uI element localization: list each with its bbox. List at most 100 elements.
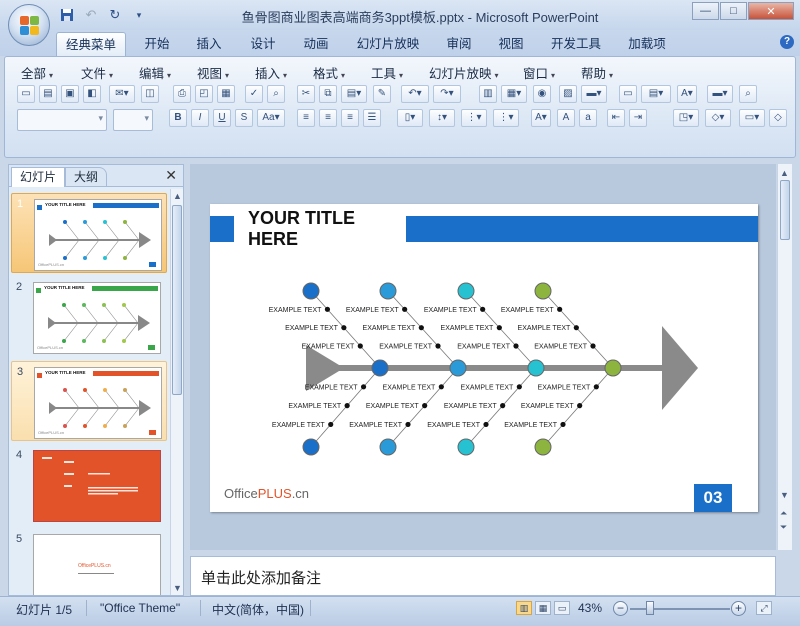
table-icon[interactable]: ▦▾ — [501, 85, 527, 103]
zoom-slider-track[interactable] — [630, 608, 730, 610]
cut-icon[interactable]: ✂ — [297, 85, 315, 103]
thumbnail-slide-4[interactable]: 4 — [11, 445, 167, 525]
zoom-page-icon[interactable]: ▦ — [217, 85, 235, 103]
bullets-icon[interactable]: ⋮▾ — [461, 109, 487, 127]
change-case-icon[interactable]: Aa▾ — [257, 109, 285, 127]
print-preview-icon[interactable]: ◰ — [195, 85, 213, 103]
format-painter-icon[interactable]: ✎ — [373, 85, 391, 103]
more-icon[interactable]: ◇ — [769, 109, 787, 127]
menu-window[interactable]: 窗口 ▾ — [523, 63, 555, 82]
new-icon[interactable]: ▭ — [17, 85, 35, 103]
slide-sorter-view-button[interactable]: ▦ — [535, 601, 551, 615]
menu-all[interactable]: 全部 ▾ — [21, 63, 53, 82]
redo-icon[interactable]: ↷▾ — [433, 85, 461, 103]
slide-canvas[interactable]: YOUR TITLE HERE EXAMPLE TEXT EXAMPLE TEXT… — [210, 204, 758, 512]
layout-icon[interactable]: ▤▾ — [641, 85, 671, 103]
align-left-icon[interactable]: ≡ — [297, 109, 315, 127]
numbering-icon[interactable]: ⋮▾ — [493, 109, 519, 127]
tab-classic-menu[interactable]: 经典菜单 — [56, 32, 126, 56]
shapes-icon[interactable]: ◇▾ — [705, 109, 731, 127]
zoom-out-button[interactable]: − — [613, 601, 628, 616]
scrollbar-thumb[interactable] — [172, 205, 182, 395]
clipart-icon[interactable]: ◉ — [533, 85, 551, 103]
thumbnail-slide-2[interactable]: 2 YOUR TITLE HERE OfficePLUS.cn — [11, 277, 167, 357]
thumbnail-scrollbar[interactable]: ▲ ▼ — [170, 189, 183, 595]
spelling-icon[interactable]: ✓ — [245, 85, 263, 103]
office-button[interactable] — [8, 4, 50, 46]
research-icon[interactable]: ⌕ — [267, 85, 285, 103]
help-icon[interactable]: ? — [780, 35, 794, 49]
thumbnail-slide-3[interactable]: 3 YOUR TITLE HERE OfficePLUS.cn — [11, 361, 167, 441]
picture-icon[interactable]: ▨ — [559, 85, 577, 103]
thumbnail-slide-5[interactable]: 5 OfficePLUS.cn — [11, 529, 167, 595]
print-icon[interactable]: ⎙ — [173, 85, 191, 103]
publish-icon[interactable]: ◫ — [141, 85, 159, 103]
pane-close-icon[interactable]: ✕ — [165, 167, 177, 184]
line-spacing-icon[interactable]: ↕▾ — [429, 109, 455, 127]
underline-icon[interactable]: U — [213, 109, 231, 127]
tab-slides[interactable]: 幻灯片 — [11, 167, 66, 187]
font-name-combo[interactable] — [17, 109, 107, 131]
tab-home[interactable]: 开始 — [134, 32, 180, 56]
scroll-down-icon[interactable]: ▼ — [780, 490, 789, 500]
menu-edit[interactable]: 编辑 ▾ — [139, 63, 171, 82]
menu-insert[interactable]: 插入 ▾ — [255, 63, 287, 82]
paste-icon[interactable]: ▤▾ — [341, 85, 367, 103]
maximize-button[interactable]: □ — [720, 2, 747, 20]
minimize-button[interactable]: — — [692, 2, 719, 20]
align-center-icon[interactable]: ≡ — [319, 109, 337, 127]
chart-icon[interactable]: ▥ — [479, 85, 497, 103]
zoom-slider-thumb[interactable] — [646, 601, 654, 615]
new-slide-icon[interactable]: ▭ — [619, 85, 637, 103]
menu-view[interactable]: 视图 ▾ — [197, 63, 229, 82]
copy-icon[interactable]: ⧉ — [319, 85, 337, 103]
menu-tools[interactable]: 工具 ▾ — [371, 63, 403, 82]
folder-icon[interactable]: ▬▾ — [707, 85, 733, 103]
decrease-indent-icon[interactable]: ⇤ — [607, 109, 625, 127]
normal-view-button[interactable]: ▥ — [516, 601, 532, 615]
tab-view[interactable]: 视图 — [488, 32, 534, 56]
notes-pane[interactable]: 单击此处添加备注 — [190, 556, 776, 596]
language-indicator[interactable]: 中文(简体，中国) — [212, 601, 304, 618]
menu-format[interactable]: 格式 ▾ — [313, 63, 345, 82]
close-button[interactable]: ✕ — [748, 2, 794, 20]
arrange-icon[interactable]: ◳▾ — [673, 109, 699, 127]
find-icon[interactable]: ⌕ — [739, 85, 757, 103]
color-grayscale-icon[interactable]: ▬▾ — [581, 85, 607, 103]
increase-indent-icon[interactable]: ⇥ — [629, 109, 647, 127]
decrease-font-icon[interactable]: a — [579, 109, 597, 127]
zoom-level[interactable]: 43% — [578, 601, 602, 615]
next-slide-icon[interactable]: ⏷ — [780, 522, 787, 533]
scroll-up-icon[interactable]: ▲ — [173, 191, 182, 201]
scroll-up-icon[interactable]: ▲ — [780, 168, 789, 178]
bold-icon[interactable]: B — [169, 109, 187, 127]
tab-design[interactable]: 设计 — [240, 32, 286, 56]
font-color-icon[interactable]: A▾ — [531, 109, 551, 127]
tab-developer[interactable]: 开发工具 — [545, 32, 607, 56]
align-right-icon[interactable]: ≡ — [341, 109, 359, 127]
undo-icon[interactable]: ↶▾ — [401, 85, 429, 103]
italic-icon[interactable]: I — [191, 109, 209, 127]
thumbnail-slide-1[interactable]: 1 YOUR TITLE HERE OfficePLUS.cn — [11, 193, 167, 273]
menu-file[interactable]: 文件 ▾ — [81, 63, 113, 82]
tab-animation[interactable]: 动画 — [293, 32, 339, 56]
textbox-icon[interactable]: A▾ — [677, 85, 697, 103]
tab-outline[interactable]: 大纲 — [65, 167, 108, 187]
zoom-in-button[interactable]: + — [731, 601, 746, 616]
tab-addins[interactable]: 加载项 — [622, 32, 672, 56]
tab-slideshow[interactable]: 幻灯片放映 — [350, 32, 426, 56]
editor-scrollbar[interactable]: ▲ ▼ ⏶ ⏷ — [777, 164, 792, 550]
quick-styles-icon[interactable]: ▭▾ — [739, 109, 765, 127]
permission-icon[interactable]: ◧ — [83, 85, 101, 103]
menu-help[interactable]: 帮助 ▾ — [581, 63, 613, 82]
open-icon[interactable]: ▤ — [39, 85, 57, 103]
font-size-combo[interactable] — [113, 109, 153, 131]
increase-font-icon[interactable]: A — [557, 109, 575, 127]
scroll-down-icon[interactable]: ▼ — [173, 583, 182, 593]
email-icon[interactable]: ✉▾ — [109, 85, 135, 103]
save-icon[interactable]: ▣ — [61, 85, 79, 103]
slideshow-view-button[interactable]: ▭ — [554, 601, 570, 615]
tab-insert[interactable]: 插入 — [186, 32, 232, 56]
scrollbar-thumb[interactable] — [780, 180, 790, 240]
fit-to-window-icon[interactable]: ⤢ — [756, 601, 772, 615]
